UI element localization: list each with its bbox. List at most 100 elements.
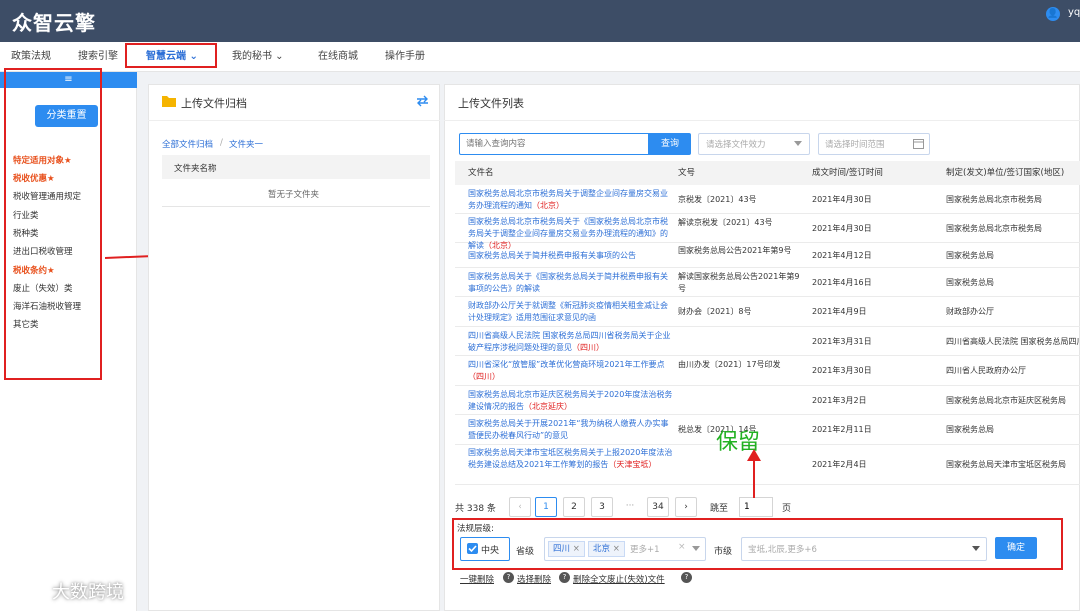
delete-select-link[interactable]: 选择删除	[517, 573, 551, 585]
doc-date: 2021年3月30日	[812, 366, 872, 375]
city-select-placeholder: 宝坻,北辰,更多+6	[748, 545, 817, 555]
doc-number: 解读京税发〔2021〕43号	[678, 218, 773, 227]
file-name-text[interactable]: 四川省深化“放管服”改革优化营商环境2021年工作要点	[468, 360, 665, 369]
pager-page-3[interactable]: 3	[591, 497, 613, 517]
col-date: 成文时间/签订时间	[812, 168, 883, 178]
help-icon[interactable]: ?	[681, 572, 692, 583]
table-row[interactable]: 国家税务总局北京市税务局关于《国家税务总局北京市税务局关于调整企业间存量房交易业…	[455, 214, 1080, 250]
category-item[interactable]: 海洋石油税收管理	[13, 300, 81, 312]
category-item[interactable]: 税种类	[13, 227, 39, 239]
delete-one-link[interactable]: 一键删除	[460, 573, 494, 585]
file-name-text[interactable]: 国家税务总局关于《国家税务总局关于简并税费申报有关事项的公告》的解读	[468, 272, 668, 293]
category-item[interactable]: 行业类	[13, 209, 39, 221]
doc-date: 2021年2月4日	[812, 460, 867, 469]
file-list-title: 上传文件列表	[458, 97, 524, 110]
file-name-link[interactable]: 国家税务总局北京市延庆区税务局关于2020年度法治税务建设情况的报告（北京延庆）	[468, 389, 673, 413]
category-item[interactable]: 特定适用对象★	[13, 154, 72, 166]
close-icon[interactable]: ×	[573, 544, 580, 554]
calendar-icon	[913, 139, 924, 149]
file-name-link[interactable]: 国家税务总局关于《国家税务总局关于简并税费申报有关事项的公告》的解读	[468, 271, 673, 295]
pager-page-2[interactable]: 2	[563, 497, 585, 517]
category-item[interactable]: 税收优惠★	[13, 172, 55, 184]
region-tag: （天津宝坻）	[608, 460, 657, 469]
table-row[interactable]: 国家税务总局关于简并税费申报有关事项的公告 国家税务总局公告2021年第9号 202…	[455, 243, 1080, 268]
file-name-link[interactable]: 财政部办公厅关于就调整《新冠肺炎疫情相关租金减让会计处理规定》适用范围征求意见的…	[468, 300, 673, 324]
user-avatar-icon[interactable]: 👤	[1046, 7, 1060, 21]
check-icon	[467, 543, 478, 554]
doc-issuer: 四川省人民政府办公厅	[946, 366, 1026, 375]
pager-page-34[interactable]: 34	[647, 497, 669, 517]
user-name[interactable]: yq	[1068, 7, 1080, 18]
file-name-text[interactable]: 财政部办公厅关于就调整《新冠肺炎疫情相关租金减让会计处理规定》适用范围征求意见的…	[468, 301, 668, 322]
close-icon[interactable]: ×	[613, 544, 620, 554]
doc-issuer: 财政部办公厅	[946, 307, 994, 316]
folder-icon	[162, 96, 176, 107]
province-more: 更多+1	[630, 545, 660, 555]
nav-mall[interactable]: 在线商城	[318, 42, 358, 72]
archive-title: 上传文件归档	[181, 97, 247, 110]
file-name-link[interactable]: 国家税务总局关于简并税费申报有关事项的公告	[468, 250, 673, 262]
region-tag: （四川）	[572, 343, 604, 352]
file-name-text[interactable]: 四川省高级人民法院 国家税务总局四川省税务局关于企业破产程序涉税问题处理的意见	[468, 331, 671, 352]
table-row[interactable]: 国家税务总局北京市税务局关于调整企业间存量房交易业务办理流程的通知（北京） 京税发…	[455, 185, 1080, 214]
pager-jump-input[interactable]	[739, 497, 773, 517]
table-row[interactable]: 财政部办公厅关于就调整《新冠肺炎疫情相关租金减让会计处理规定》适用范围征求意见的…	[455, 297, 1080, 327]
doc-issuer: 国家税务总局天津市宝坻区税务局	[946, 460, 1066, 469]
table-row[interactable]: 国家税务总局天津市宝坻区税务局关于上报2020年度法治税务建设总结及2021年工…	[455, 445, 1080, 485]
search-button[interactable]: 查询	[649, 133, 691, 155]
pager-prev-button[interactable]: ‹	[509, 497, 531, 517]
table-row[interactable]: 国家税务总局北京市延庆区税务局关于2020年度法治税务建设情况的报告（北京延庆）…	[455, 386, 1080, 415]
app-logo: 众智云擎	[12, 11, 96, 35]
province-tag-sichuan[interactable]: 四川 ×	[548, 541, 585, 557]
table-row[interactable]: 四川省高级人民法院 国家税务总局四川省税务局关于企业破产程序涉税问题处理的意见（…	[455, 327, 1080, 356]
swap-icon[interactable]	[416, 95, 429, 107]
file-name-link[interactable]: 国家税务总局关于开展2021年“我为纳税人缴费人办实事暨便民办税春风行动”的意见	[468, 418, 673, 442]
doc-number: 财办会〔2021〕8号	[678, 307, 752, 316]
breadcrumb-all[interactable]: 全部文件归档	[162, 138, 213, 150]
breadcrumb-folder[interactable]: 文件夹一	[229, 138, 263, 150]
category-item[interactable]: 税收管理通用规定	[13, 190, 81, 202]
category-item[interactable]: 其它类	[13, 318, 39, 330]
doc-issuer: 国家税务总局	[946, 251, 994, 260]
doc-issuer: 国家税务总局	[946, 425, 994, 434]
effect-select-placeholder: 请选择文件效力	[706, 140, 766, 150]
file-name-link[interactable]: 四川省深化“放管服”改革优化营商环境2021年工作要点 （四川）	[468, 359, 673, 383]
province-tag-beijing[interactable]: 北京 ×	[588, 541, 625, 557]
table-row[interactable]: 四川省深化“放管服”改革优化营商环境2021年工作要点 （四川） 由川办发〔2021…	[455, 356, 1080, 386]
annotation-arrow-keep	[747, 449, 761, 498]
pager-ellipsis[interactable]: ···	[619, 497, 641, 517]
pager-jump-label: 跳至	[710, 504, 729, 514]
help-icon[interactable]: ?	[559, 572, 570, 583]
pager-page-1[interactable]: 1	[535, 497, 557, 517]
file-name-text[interactable]: 国家税务总局关于简并税费申报有关事项的公告	[468, 251, 636, 260]
category-item[interactable]: 税收条约★	[13, 264, 55, 276]
file-name-link[interactable]: 四川省高级人民法院 国家税务总局四川省税务局关于企业破产程序涉税问题处理的意见（…	[468, 330, 673, 354]
pager-next-button[interactable]: ›	[675, 497, 697, 517]
doc-issuer: 四川省高级人民法院 国家税务总局四川省	[946, 337, 1080, 346]
doc-number: 解读国家税务总局公告2021年第9号	[678, 272, 800, 293]
clear-icon[interactable]: ×	[678, 542, 686, 552]
category-item[interactable]: 进出口税收管理	[13, 245, 73, 257]
doc-date: 2021年3月31日	[812, 337, 872, 346]
file-name-text[interactable]: 国家税务总局关于开展2021年“我为纳税人缴费人办实事暨便民办税春风行动”的意见	[468, 419, 669, 440]
table-row[interactable]: 国家税务总局关于开展2021年“我为纳税人缴费人办实事暨便民办税春风行动”的意见…	[455, 415, 1080, 445]
nav-secretary[interactable]: 我的秘书 ⌄	[232, 42, 284, 72]
watermark-logo-icon	[9, 581, 43, 599]
doc-date: 2021年2月11日	[812, 425, 872, 434]
breadcrumb-separator: /	[220, 138, 223, 148]
table-row[interactable]: 国家税务总局关于《国家税务总局关于简并税费申报有关事项的公告》的解读 解读国家税务…	[455, 268, 1080, 297]
confirm-button[interactable]: 确定	[995, 537, 1037, 559]
file-name-link[interactable]: 国家税务总局天津市宝坻区税务局关于上报2020年度法治税务建设总结及2021年工…	[468, 447, 673, 471]
pager-total: 共 338 条	[455, 504, 496, 514]
doc-date: 2021年4月30日	[812, 224, 872, 233]
file-name-link[interactable]: 国家税务总局北京市税务局关于调整企业间存量房交易业务办理流程的通知（北京）	[468, 188, 673, 212]
delete-all-link[interactable]: 删除全文废止(失效)文件	[573, 573, 665, 585]
category-item[interactable]: 废止（失效）类	[13, 282, 73, 294]
file-name-text[interactable]: 国家税务总局北京市税务局关于调整企业间存量房交易业务办理流程的通知	[468, 189, 668, 210]
help-icon[interactable]: ?	[503, 572, 514, 583]
search-input[interactable]	[459, 133, 649, 155]
nav-manual[interactable]: 操作手册	[385, 42, 425, 72]
chevron-down-icon	[692, 546, 700, 551]
col-issuer: 制定(发文)单位/签订国家(地区)	[946, 168, 1065, 178]
region-tag: （四川）	[468, 372, 500, 381]
